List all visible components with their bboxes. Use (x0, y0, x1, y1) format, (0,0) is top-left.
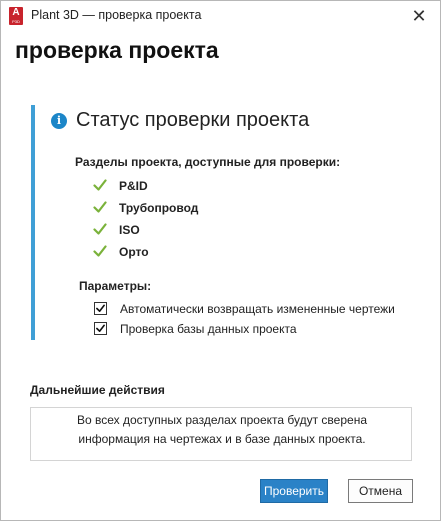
checkmark-icon (93, 223, 107, 235)
actions-description-box: Во всех доступных разделах проекта будут… (30, 407, 412, 461)
info-icon: i (51, 113, 67, 129)
title-bar: A P3D Plant 3D — проверка проекта ✕ (1, 1, 440, 31)
section-label: Орто (119, 245, 149, 259)
sections-label: Разделы проекта, доступные для проверки: (75, 155, 341, 169)
cancel-button[interactable]: Отмена (348, 479, 413, 503)
status-accent-bar (31, 105, 35, 340)
params-label: Параметры: (79, 279, 152, 293)
check-button[interactable]: Проверить (260, 479, 328, 503)
auto-return-checkbox[interactable] (94, 302, 107, 315)
autocad-plant3d-icon: A P3D (9, 7, 23, 25)
status-panel: i Статус проверки проекта Разделы проект… (31, 105, 411, 340)
status-title: Статус проверки проекта (76, 109, 310, 131)
checkmark-icon (93, 245, 107, 257)
param-label: Автоматически возвращать измененные черт… (120, 302, 395, 316)
section-label: Трубопровод (119, 201, 199, 215)
section-label: P&ID (119, 179, 148, 193)
close-icon: ✕ (411, 6, 427, 26)
section-label: ISO (119, 223, 140, 237)
actions-description: Во всех доступных разделах проекта будут… (31, 411, 413, 449)
actions-line-1: Во всех доступных разделах проекта будут… (76, 413, 367, 427)
checkmark-icon (93, 179, 107, 191)
checkbox-check-icon (96, 304, 105, 313)
db-check-checkbox[interactable] (94, 322, 107, 335)
checkbox-check-icon (96, 324, 105, 333)
window-title: Plant 3D — проверка проекта (31, 8, 202, 22)
close-button[interactable]: ✕ (404, 3, 434, 29)
dialog-window: A P3D Plant 3D — проверка проекта ✕ пров… (0, 0, 441, 521)
page-title: проверка проекта (15, 37, 219, 63)
actions-line-2: информация на чертежах и в базе данных п… (78, 432, 366, 446)
actions-heading: Дальнейшие действия (30, 383, 165, 397)
checkmark-icon (93, 201, 107, 213)
param-label: Проверка базы данных проекта (120, 322, 297, 336)
